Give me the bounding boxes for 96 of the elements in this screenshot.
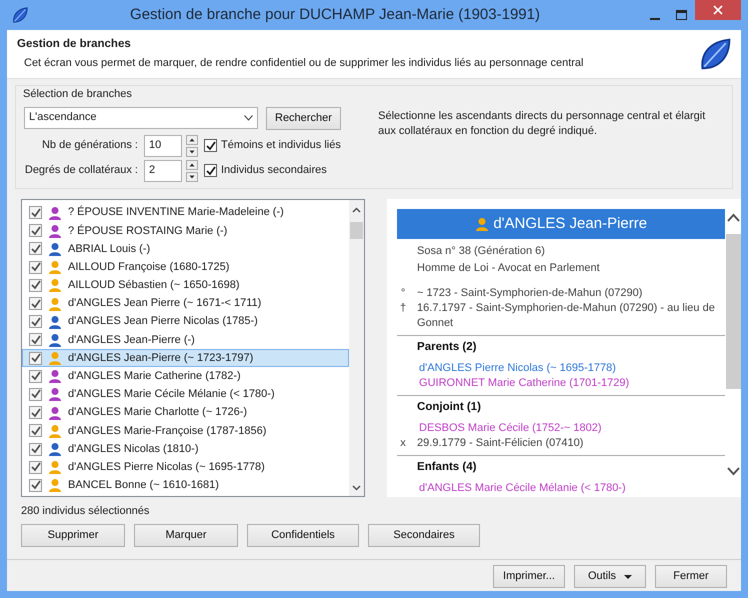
minimize-icon: [650, 18, 660, 20]
check-icon: [206, 166, 216, 176]
list-item[interactable]: ABRIAL Louis (-): [22, 240, 350, 258]
checkbox[interactable]: [29, 206, 42, 220]
check-icon: [30, 226, 40, 236]
action-button[interactable]: Secondaires: [368, 524, 480, 547]
number-field[interactable]: 2: [144, 160, 182, 182]
footer-button[interactable]: Fermer: [655, 565, 727, 588]
scrollbar[interactable]: [349, 200, 364, 496]
app-icon: [11, 6, 29, 24]
field-label: Degrés de collatéraux :: [24, 163, 139, 178]
checkbox[interactable]: [29, 424, 42, 438]
action-button[interactable]: Confidentiels: [247, 524, 359, 547]
checkbox[interactable]: [29, 478, 42, 492]
status-text: 280 individus sélectionnés: [21, 504, 150, 516]
chevron-down-icon: [244, 114, 253, 120]
close-button[interactable]: [695, 0, 741, 20]
action-button[interactable]: Supprimer: [21, 524, 125, 547]
check-icon: [30, 408, 40, 418]
detail-header: d'ANGLES Jean-Pierre: [397, 208, 726, 238]
checkbox[interactable]: [29, 297, 42, 310]
check-icon: [30, 208, 40, 218]
check-icon: [30, 262, 40, 272]
check-icon: [206, 140, 216, 150]
check-icon: [30, 389, 40, 400]
section-title: Conjoint (1): [417, 400, 482, 414]
person-link[interactable]: d'ANGLES Pierre Nicolas (~ 1695-1778): [397, 360, 726, 376]
checkbox-option[interactable]: Témoins et individus liés: [204, 137, 341, 154]
list-item[interactable]: d'ANGLES Pierre Nicolas (~ 1695-1778): [22, 458, 350, 476]
check-icon: [30, 316, 40, 327]
event-symbol: x: [399, 436, 407, 450]
checkbox[interactable]: [29, 278, 42, 292]
check-icon: [30, 444, 40, 454]
footer-button[interactable]: Imprimer...: [493, 565, 565, 588]
person-link[interactable]: d'ANGLES Marie Cécile Mélanie (< 1780-): [397, 480, 726, 496]
checkbox-option[interactable]: Individus secondaires: [204, 162, 327, 179]
list-item[interactable]: AILLOUD Françoise (1680-1725): [22, 258, 350, 276]
checkbox[interactable]: [29, 224, 42, 238]
help-text: Sélectionne les ascendants directs du personnage central et élargit aux collatéraux en fonction du degré indiqué.: [378, 108, 706, 138]
event-symbol: °: [400, 286, 406, 300]
checkbox[interactable]: [29, 370, 42, 383]
list-item[interactable]: d'ANGLES Jean-Pierre (-): [22, 330, 350, 349]
event-symbol: †: [398, 300, 408, 316]
check-icon: [30, 462, 40, 472]
header-description: Cet écran vous permet de marquer, de rendre confidentiel ou de supprimer les individus liés au personnage central: [23, 56, 584, 71]
check-icon: [30, 426, 40, 436]
event-text: 16.7.1797 - Saint-Symphorien-de-Mahun (07290) - au lieu de Gonnet: [417, 300, 716, 330]
action-button[interactable]: Marquer: [134, 524, 238, 547]
header-title: Gestion de branches: [17, 38, 132, 52]
checkbox[interactable]: [29, 260, 42, 274]
list-item[interactable]: d'ANGLES Marie-Françoise (1787-1856): [22, 422, 350, 440]
footer-button[interactable]: Outils: [574, 565, 646, 588]
list-item[interactable]: d'ANGLES Jean Pierre (~ 1671-< 1711): [22, 294, 350, 313]
list-item[interactable]: BANCEL Bonne (~ 1610-1681): [22, 476, 350, 494]
check-icon: [30, 244, 40, 254]
section-title: Enfants (4): [417, 460, 478, 474]
person-link[interactable]: DESBOS Marie Cécile (1752-~ 1802): [397, 420, 726, 436]
list-item[interactable]: d'ANGLES Marie Cécile Mélanie (< 1780-): [22, 385, 350, 404]
checkbox[interactable]: [29, 442, 42, 456]
check-icon: [30, 334, 40, 345]
detail-text: Sosa n° 38 (Génération 6): [416, 244, 546, 258]
branch-dropdown[interactable]: L'ascendance: [24, 106, 258, 128]
checkbox[interactable]: [29, 406, 42, 420]
spin-buttons[interactable]: [186, 160, 200, 182]
number-field[interactable]: 10: [144, 134, 182, 156]
list-item[interactable]: ? ÉPOUSE INVENTINE Marie-Madeleine (-): [22, 204, 350, 222]
close-icon: [713, 5, 723, 15]
field-label: Nb de générations :: [40, 138, 139, 154]
list-item[interactable]: d'ANGLES Nicolas (1810-): [22, 440, 350, 458]
list-item[interactable]: d'ANGLES Jean-Pierre (~ 1723-1797): [22, 349, 350, 368]
check-icon: [30, 371, 40, 382]
list-item[interactable]: AILLOUD Sébastien (~ 1650-1698): [22, 276, 350, 294]
section-title: Parents (2): [417, 340, 478, 354]
check-icon: [30, 353, 40, 364]
detail-text: Homme de Loi - Avocat en Parlement: [416, 260, 601, 276]
checkbox[interactable]: [29, 460, 42, 474]
list-item[interactable]: d'ANGLES Marie Charlotte (~ 1726-): [22, 404, 350, 422]
list-item[interactable]: ? ÉPOUSE ROSTAING Marie (-): [22, 222, 350, 240]
list-item[interactable]: d'ANGLES Marie Catherine (1782-): [22, 367, 350, 386]
event-text: 29.9.1779 - Saint-Félicien (07410): [417, 436, 584, 450]
search-button[interactable]: Rechercher: [266, 106, 341, 130]
spin-buttons[interactable]: [186, 134, 200, 156]
checkbox[interactable]: [29, 352, 42, 365]
list-item[interactable]: d'ANGLES Jean Pierre Nicolas (1785-): [22, 312, 350, 331]
check-icon: [30, 298, 40, 309]
person-link[interactable]: GUIRONNET Marie Catherine (1701-1729): [397, 376, 726, 390]
event-text: ~ 1723 - Saint-Symphorien-de-Mahun (07290): [417, 286, 642, 300]
checkbox[interactable]: [29, 315, 42, 328]
maximize-icon: [676, 10, 687, 20]
window-title: Gestion de branche pour DUCHAMP Jean-Marie (1903-1991): [129, 4, 541, 25]
check-icon: [30, 480, 40, 490]
checkbox[interactable]: [29, 388, 42, 401]
check-icon: [30, 280, 40, 290]
checkbox[interactable]: [29, 242, 42, 256]
caret-icon: [624, 574, 632, 578]
checkbox[interactable]: [29, 333, 42, 346]
